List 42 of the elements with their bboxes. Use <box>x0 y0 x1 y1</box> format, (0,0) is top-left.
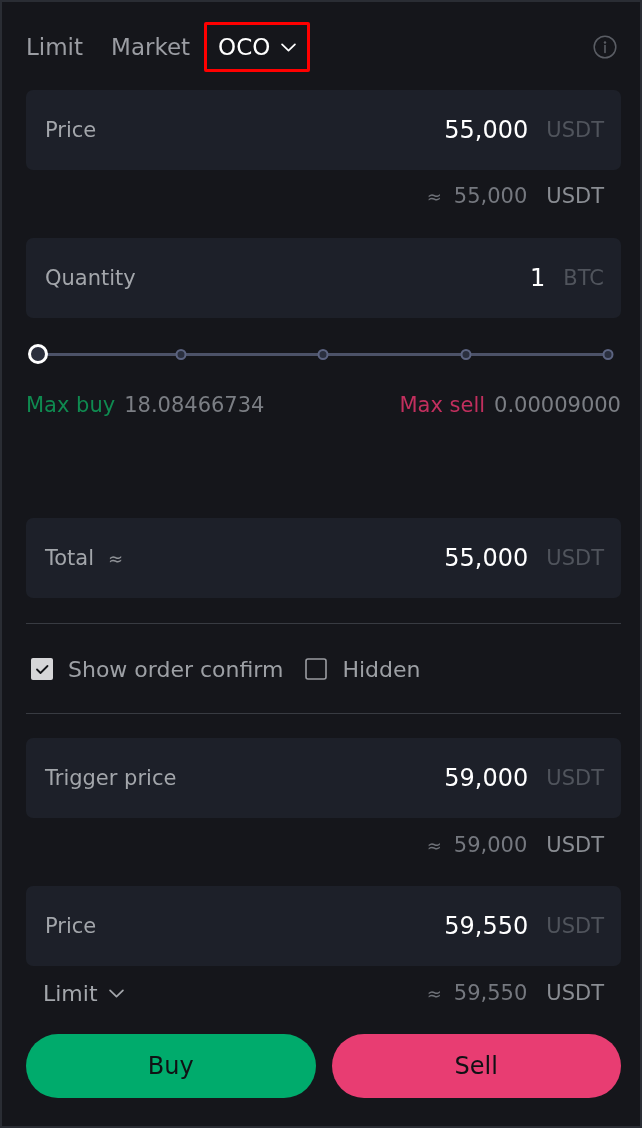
order-type-tab[interactable]: OCO <box>204 22 311 72</box>
unit-label: USDT <box>546 184 604 208</box>
checkbox-label[interactable]: Hidden <box>342 656 421 682</box>
slider-step-marker <box>175 349 186 360</box>
chevron-down-icon <box>281 42 297 52</box>
balance-value: 0.00009000 <box>494 393 621 417</box>
approx-sign: ≈ <box>426 185 442 207</box>
converted-amount: 59,550 <box>453 981 528 1005</box>
field-value: 1 <box>530 264 546 292</box>
buy-button[interactable]: Buy <box>26 1034 316 1098</box>
field-label: Trigger price <box>45 766 177 790</box>
converted-amount: 59,000 <box>453 833 528 857</box>
order-type-tab[interactable]: Limit <box>12 22 98 72</box>
chevron-down-icon <box>108 988 124 998</box>
slider-step-marker <box>460 349 471 360</box>
field-label: Price <box>45 118 97 142</box>
slider-thumb[interactable] <box>28 344 48 364</box>
approx-sign: ≈ <box>426 834 442 856</box>
field-value: 55,000 <box>444 116 529 144</box>
info-icon[interactable] <box>593 35 617 59</box>
slider-step-marker <box>602 349 614 360</box>
slider-step-marker <box>317 349 329 360</box>
order-type-tab[interactable]: Market <box>97 22 205 72</box>
converted-amount: 55,000 <box>453 184 528 208</box>
field-label: Quantity <box>45 266 136 290</box>
unit-label: USDT <box>546 833 604 857</box>
field-value: 59,550 <box>444 912 529 940</box>
unit-label: USDT <box>546 981 604 1005</box>
field-label: Price <box>45 914 97 938</box>
order-type-dropdown[interactable]: Limit <box>43 980 124 1006</box>
approx-sign: ≈ <box>108 547 124 569</box>
balance-label: Max buy <box>26 393 116 417</box>
balance-value: 18.08466734 <box>124 393 265 417</box>
sell-button[interactable]: Sell <box>331 1034 621 1098</box>
checkbox[interactable] <box>31 658 53 680</box>
approx-sign: ≈ <box>426 982 442 1004</box>
field-value: 55,000 <box>444 544 529 572</box>
checkbox[interactable] <box>305 658 328 680</box>
balance-label: Max sell <box>399 393 486 417</box>
checkbox-label[interactable]: Show order confirm <box>68 656 284 682</box>
field-value: 59,000 <box>444 764 529 792</box>
field-label: Total <box>45 546 95 570</box>
